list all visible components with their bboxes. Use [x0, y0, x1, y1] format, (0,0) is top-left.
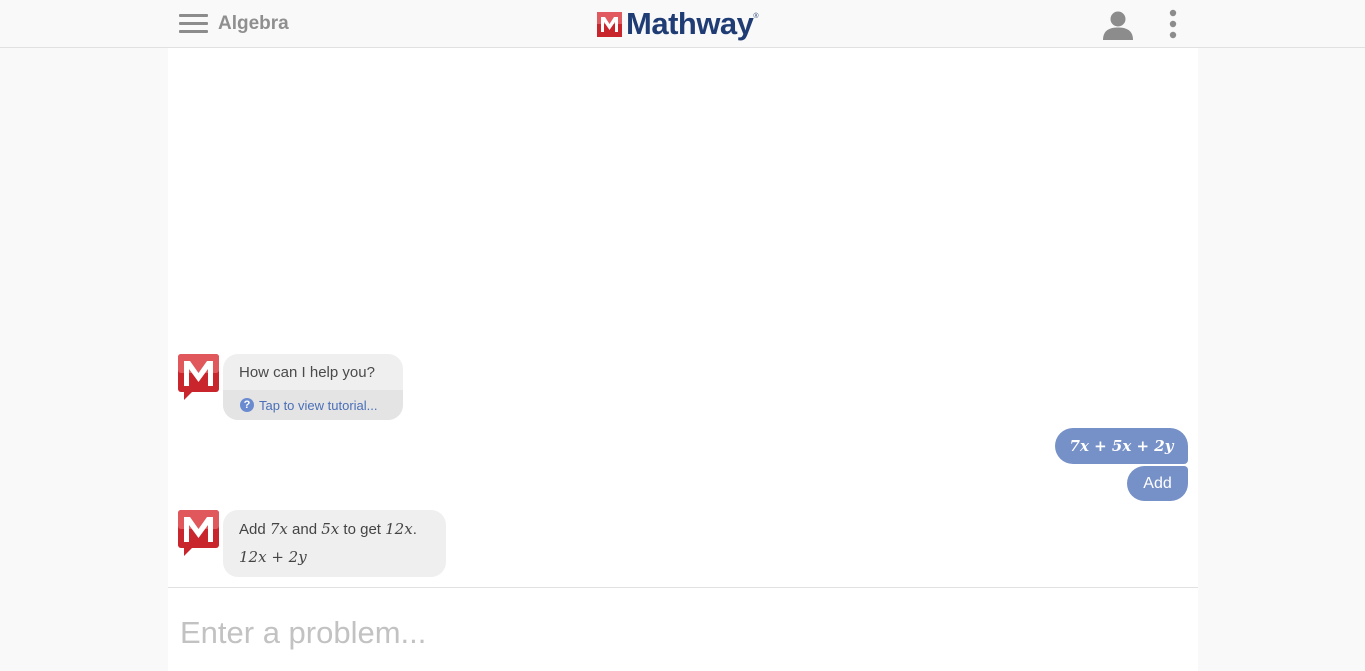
user-action-add[interactable]: Add [1127, 466, 1188, 501]
hamburger-menu-icon[interactable] [179, 14, 209, 34]
problem-input-bar [168, 587, 1198, 671]
math-term: 7x [269, 520, 288, 538]
answer-explanation: Add 7x and 5x to get 12x. [239, 520, 417, 538]
tutorial-link-label: Tap to view tutorial... [259, 398, 378, 413]
answer-result: 12x + 2y [239, 548, 307, 566]
greeting-text: How can I help you? [239, 364, 375, 381]
logo-wordmark: Mathway [626, 6, 754, 41]
mathway-bot-avatar-icon [178, 354, 219, 400]
problem-input[interactable] [178, 612, 1182, 654]
mathway-logo[interactable]: Mathway ® [597, 7, 759, 41]
help-icon: ? [240, 398, 254, 412]
subject-selector[interactable]: Algebra [218, 13, 289, 35]
more-vertical-icon[interactable] [1166, 9, 1180, 39]
math-term: 5x [321, 520, 340, 538]
mathway-logo-mark-icon [597, 11, 622, 37]
user-message-expression: 7x + 5x + 2y [1055, 428, 1188, 464]
tutorial-link[interactable]: ? Tap to view tutorial... [223, 390, 403, 420]
logo-trademark: ® [753, 13, 759, 20]
bot-message-answer: Add 7x and 5x to get 12x. 12x + 2y [223, 510, 446, 577]
top-bar: Algebra Mathway ® [0, 0, 1365, 48]
chat-panel[interactable]: How can I help you? ? Tap to view tutori… [168, 48, 1198, 587]
mathway-bot-avatar-icon [178, 510, 219, 556]
math-term: 12x [385, 520, 413, 538]
user-icon[interactable] [1102, 10, 1134, 40]
bot-message-greeting: How can I help you? ? Tap to view tutori… [223, 354, 403, 420]
